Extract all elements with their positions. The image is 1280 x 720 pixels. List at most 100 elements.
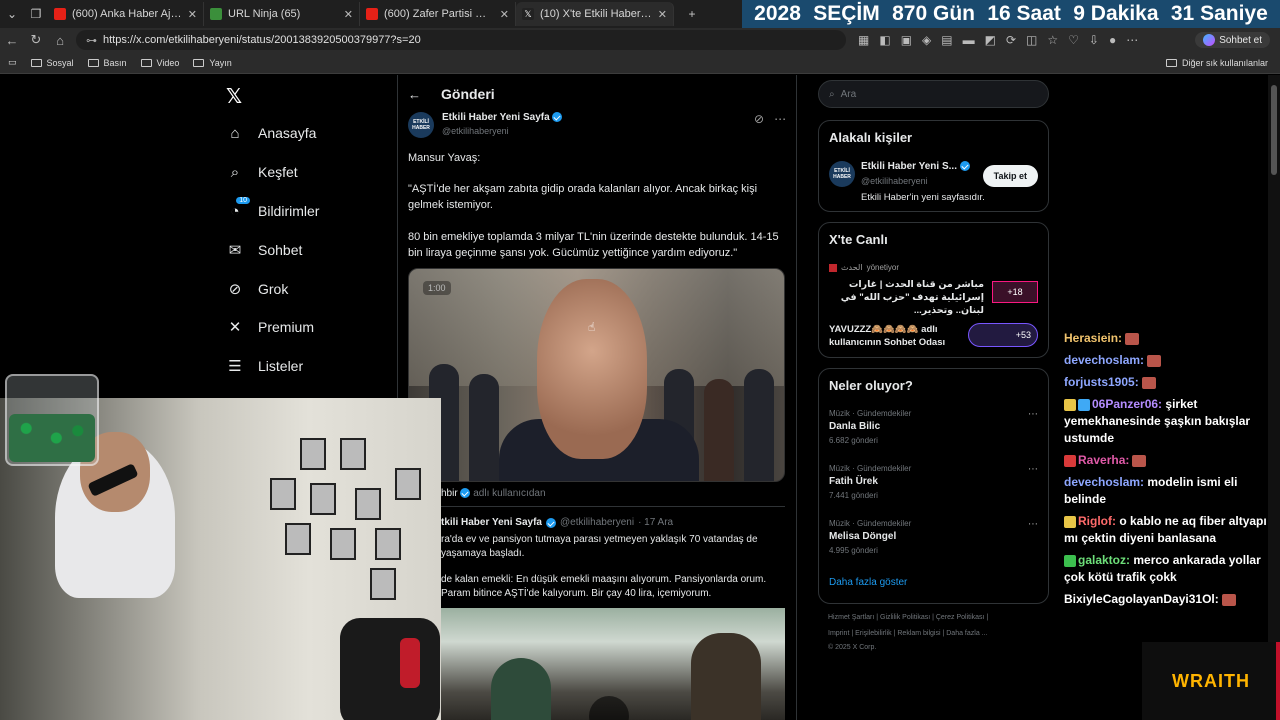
live-space-title[interactable]: مباشر من قناة الحدث | غارات إسرائيلية ته… (829, 278, 984, 317)
post-video[interactable]: 1:00 (408, 268, 785, 482)
close-tab-icon[interactable]: ✕ (658, 8, 667, 21)
back-arrow-icon[interactable]: ← (408, 87, 421, 102)
scrollbar-thumb[interactable] (1271, 85, 1277, 175)
badge-icon (1064, 515, 1076, 528)
emote-icon (1125, 332, 1140, 345)
back-icon[interactable]: ← (0, 33, 24, 48)
bookmark-folder[interactable]: Basın (87, 58, 127, 68)
nav-notifications[interactable]: ◔ 10 Bildirimler (226, 197, 319, 220)
related-name-row[interactable]: Etkili Haber Yeni S... (861, 161, 970, 172)
more-icon[interactable]: ⋯ (1028, 519, 1038, 530)
emote-icon (1132, 454, 1147, 467)
address-bar-row: ← ↻ ⌂ ⊶ https://x.com/etkilihaberyeni/st… (0, 28, 1280, 52)
other-bookmarks[interactable]: Diğer sık kullanılanlar (1165, 58, 1268, 68)
chat-user: 06Panzer06: (1092, 397, 1163, 411)
tab-list-icon[interactable]: ⌄ (0, 2, 24, 26)
quote-date[interactable]: · 17 Ara (638, 517, 673, 528)
author-handle[interactable]: @etkilihaberyeni (442, 126, 562, 136)
quote-video[interactable] (441, 608, 785, 720)
copilot-chat-button[interactable]: Sohbet et (1195, 32, 1270, 48)
nav-home[interactable]: ⌂ Anasayfa (226, 124, 316, 142)
live-listener-group[interactable]: +53 (968, 323, 1038, 347)
chat-message: devechoslam: (1064, 352, 1274, 369)
downloads-icon[interactable]: ⇩ (1089, 33, 1099, 47)
quote-author-name[interactable]: tkili Haber Yeni Sayfa (441, 517, 542, 528)
post-author[interactable]: ETKİLİ HABER Etkili Haber Yeni Sayfa @et… (408, 112, 563, 138)
footer-links[interactable]: Hizmet Şartları | Gizlilik Politikası | … (828, 614, 988, 621)
nav-explore[interactable]: ⌕ Keşfet (226, 163, 298, 181)
close-tab-icon[interactable]: ✕ (344, 8, 353, 21)
profile-avatar[interactable]: ● (1109, 33, 1116, 47)
wall-photo (300, 438, 326, 470)
close-tab-icon[interactable]: ✕ (500, 8, 509, 21)
chat-message: BixiyleCagolayanDayi31Ol: (1064, 591, 1274, 608)
live-space-title[interactable]: YAVUZZZ🙈🙈🙈🙈 adlı kullanıcının Sohbet Oda… (829, 323, 969, 349)
browser-tab[interactable]: (600) Zafer Partisi Genel Başkanı Ü ✕ (360, 2, 516, 26)
workspaces-icon[interactable]: ❐ (24, 2, 48, 26)
more-icon[interactable]: ⋯ (774, 112, 786, 126)
trend-item[interactable]: Müzik · Gündemdekiler Fatih Ürek 7.441 g… (829, 464, 911, 500)
grok-explain-icon[interactable]: ⊘ (754, 112, 764, 126)
trend-item[interactable]: Müzik · Gündemdekiler Danla Bilic 6.682 … (829, 409, 911, 445)
site-info-icon[interactable]: ⊶ (86, 34, 97, 47)
live-host[interactable]: الحدث (841, 263, 863, 272)
avatar[interactable]: ETKİLİ HABER (829, 161, 855, 187)
nav-premium[interactable]: ✕ Premium (226, 318, 314, 336)
search-input[interactable]: ⌕ Ara (818, 80, 1049, 108)
chat-message: galaktoz: merco ankarada yollar çok kötü… (1064, 552, 1274, 586)
live-host-row: الحدث yönetiyor (829, 263, 899, 272)
extension-icon[interactable]: ◧ (879, 33, 890, 47)
badge-icon (1064, 454, 1076, 467)
browser-tab[interactable]: (600) Anka Haber Ajansı - YouTube ✕ (48, 2, 204, 26)
extension-icon[interactable]: ▤ (941, 33, 952, 47)
reposted-by[interactable]: hbir (441, 488, 458, 499)
url-field[interactable]: ⊶ https://x.com/etkilihaberyeni/status/2… (76, 30, 846, 50)
countdown-hours: 16 Saat (987, 2, 1061, 25)
close-tab-icon[interactable]: ✕ (188, 8, 197, 21)
author-name[interactable]: Etkili Haber Yeni Sayfa (442, 112, 550, 123)
trend-name[interactable]: Melisa Döngel (829, 531, 911, 542)
extension-icon[interactable]: ▦ (858, 33, 869, 47)
copyright: © 2025 X Corp. (828, 644, 877, 651)
related-name[interactable]: Etkili Haber Yeni S... (861, 161, 957, 172)
folder-icon (87, 58, 99, 67)
new-tab-icon[interactable]: + (680, 2, 704, 26)
extension-icon[interactable]: ⟳ (1006, 33, 1016, 47)
x-logo-icon[interactable]: 𝕏 (226, 84, 248, 108)
extension-icon[interactable]: ◈ (922, 33, 931, 47)
collections-icon[interactable]: ♡ (1068, 33, 1079, 47)
nav-grok[interactable]: ⊘ Grok (226, 280, 289, 298)
card-title: Neler oluyor? (829, 378, 913, 393)
browser-tab-active[interactable]: 𝕏 (10) X'te Etkili Haber Yeni Sayfa ✕ (516, 2, 674, 26)
quote-author-handle[interactable]: @etkilihaberyeni (560, 517, 634, 528)
extension-icon[interactable]: ▣ (901, 33, 912, 47)
favorites-icon[interactable]: ☆ (1047, 33, 1058, 47)
live-listener-count[interactable]: +18 (992, 281, 1038, 303)
bookmark-manager-icon[interactable]: ▭ (8, 57, 17, 68)
play-icon[interactable] (589, 696, 629, 720)
extension-icon[interactable]: ▬ (963, 33, 975, 47)
reload-icon[interactable]: ↻ (24, 32, 48, 48)
trend-name[interactable]: Fatih Ürek (829, 476, 911, 487)
footer-links[interactable]: Imprint | Erişilebilirlik | Reklam bilgi… (828, 630, 988, 637)
more-icon[interactable]: ⋯ (1126, 33, 1138, 47)
bookmark-folder[interactable]: Yayın (193, 58, 232, 68)
nav-lists[interactable]: ☰ Listeler (226, 357, 303, 375)
reposted-line[interactable]: hbir adlı kullanıcıdan (441, 488, 546, 499)
bookmark-folder[interactable]: Video (140, 58, 179, 68)
nav-messages[interactable]: ✉ Sohbet (226, 241, 303, 259)
trend-item[interactable]: Müzik · Gündemdekiler Melisa Döngel 4.99… (829, 519, 911, 555)
bookmark-folder[interactable]: Sosyal (30, 58, 74, 68)
browser-tab[interactable]: URL Ninja (65) ✕ (204, 2, 360, 26)
split-screen-icon[interactable]: ◫ (1026, 33, 1037, 47)
related-handle[interactable]: @etkilihaberyeni (861, 176, 928, 186)
follow-button[interactable]: Takip et (982, 165, 1038, 187)
extension-icon[interactable]: ◩ (985, 33, 996, 47)
trend-name[interactable]: Danla Bilic (829, 421, 911, 432)
more-icon[interactable]: ⋯ (1028, 464, 1038, 475)
home-icon[interactable]: ⌂ (48, 33, 72, 48)
avatar[interactable]: ETKİLİ HABER (408, 112, 434, 138)
stream-chat: Herasiein: devechoslam: forjusts1905: 06… (1064, 330, 1274, 613)
more-icon[interactable]: ⋯ (1028, 409, 1038, 420)
show-more-link[interactable]: Daha fazla göster (829, 577, 907, 588)
